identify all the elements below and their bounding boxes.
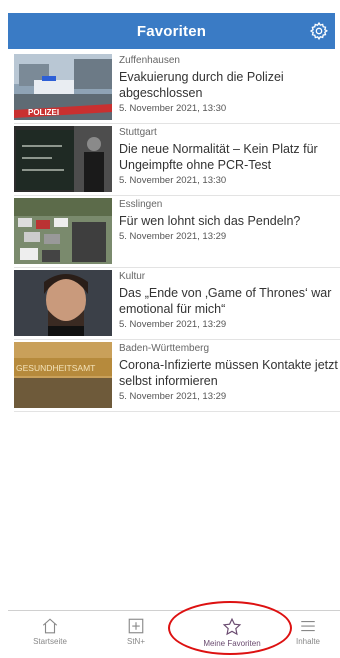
article-headline: Evakuierung durch die Polizei abgeschlos… bbox=[119, 70, 284, 100]
article-category: Esslingen bbox=[119, 199, 163, 210]
list-item[interactable]: Esslingen Für wen lohnt sich das Pendeln… bbox=[14, 196, 340, 268]
gear-icon[interactable] bbox=[309, 21, 329, 41]
article-headline: Für wen lohnt sich das Pendeln? bbox=[119, 214, 301, 228]
page-title: Favoriten bbox=[136, 22, 207, 40]
article-date: 5. November 2021, 13:29 bbox=[119, 319, 227, 330]
image-text: POLIZEI bbox=[28, 108, 59, 117]
home-icon bbox=[42, 618, 58, 634]
tab-startseite[interactable]: Startseite bbox=[15, 611, 85, 657]
article-category: Kultur bbox=[119, 271, 146, 282]
article-headline: Das „Ende von ‚Game of Thrones‘ war emot… bbox=[119, 286, 332, 316]
plus-square-icon bbox=[128, 618, 144, 634]
article-date: 5. November 2021, 13:30 bbox=[119, 103, 227, 114]
app-header: Favoriten bbox=[8, 13, 335, 49]
article-date: 5. November 2021, 13:29 bbox=[119, 231, 227, 242]
article-image: GESUNDHEITSAMT bbox=[14, 342, 112, 408]
tab-label: Inhalte bbox=[295, 637, 321, 646]
article-headline: Corona-Infizierte müssen Kontakte jetzt … bbox=[119, 358, 338, 388]
article-image bbox=[14, 198, 112, 264]
article-category: Stuttgart bbox=[119, 127, 157, 138]
list-item[interactable]: Stuttgart Die neue Normalität – Kein Pla… bbox=[14, 124, 340, 196]
article-image: POLIZEI bbox=[14, 54, 112, 120]
image-text: GESUNDHEITSAMT bbox=[16, 363, 95, 373]
list-item[interactable]: Kultur Das „Ende von ‚Game of Thrones‘ w… bbox=[14, 268, 340, 340]
list-item[interactable]: GESUNDHEITSAMT Baden-Württemberg Corona-… bbox=[14, 340, 340, 412]
article-headline: Die neue Normalität – Kein Platz für Ung… bbox=[119, 142, 318, 172]
tab-stn-plus[interactable]: StN+ bbox=[101, 611, 171, 657]
article-date: 5. November 2021, 13:30 bbox=[119, 175, 227, 186]
favorites-list: POLIZEI Zuffenhausen Evakuierung durch d… bbox=[14, 52, 340, 412]
list-item[interactable]: POLIZEI Zuffenhausen Evakuierung durch d… bbox=[14, 52, 340, 124]
article-category: Zuffenhausen bbox=[119, 55, 180, 66]
article-date: 5. November 2021, 13:29 bbox=[119, 391, 227, 402]
article-image bbox=[14, 126, 112, 192]
article-image bbox=[14, 270, 112, 336]
menu-icon bbox=[301, 620, 315, 632]
tab-label: StN+ bbox=[126, 637, 145, 646]
article-category: Baden-Württemberg bbox=[119, 343, 210, 354]
annotation-circle bbox=[168, 601, 292, 655]
tab-label: Startseite bbox=[33, 637, 67, 646]
